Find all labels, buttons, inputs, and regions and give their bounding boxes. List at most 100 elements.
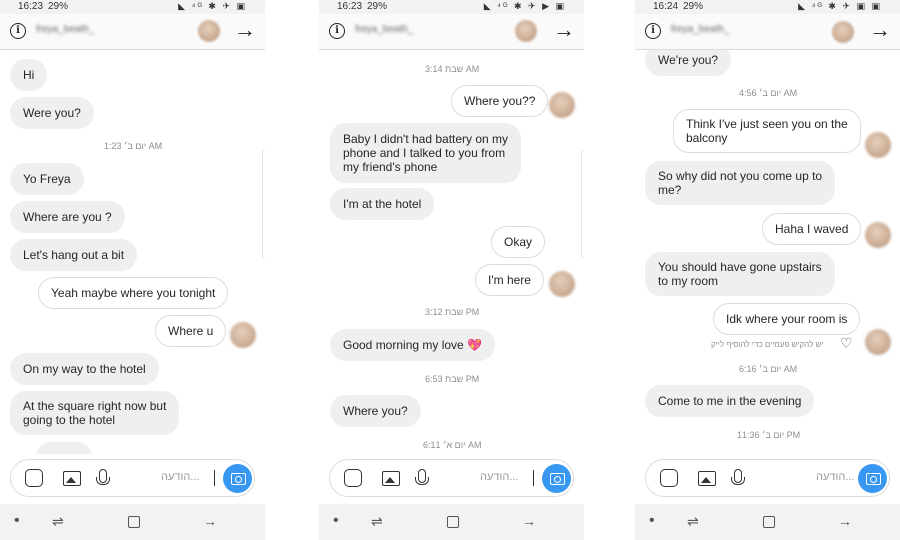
- back-icon[interactable]: →: [838, 513, 852, 529]
- info-icon[interactable]: i: [10, 23, 26, 39]
- arrow-right-icon[interactable]: →: [869, 17, 891, 43]
- timestamp: יום א׳ 6:11 AM: [423, 440, 482, 450]
- message-bubble-incoming[interactable]: Hi: [10, 59, 48, 91]
- timestamp: יום ב׳ 6:16 AM: [739, 364, 798, 374]
- timestamp: שבת 6:53 PM: [425, 374, 480, 384]
- status-icons: ◣ ⁴ᴳ ✱ ✈ ▣ ▣: [798, 1, 882, 11]
- camera-icon[interactable]: [223, 464, 252, 493]
- camera-icon[interactable]: [858, 464, 887, 493]
- status-time: 16:23: [337, 1, 363, 12]
- message-bubble-incoming[interactable]: You should have gone upstairs to my room: [645, 252, 835, 296]
- avatar[interactable]: [515, 20, 537, 42]
- status-time: 16:24: [653, 1, 679, 12]
- status-time: 16:23: [18, 1, 44, 12]
- recents-icon[interactable]: ⇌: [52, 513, 64, 529]
- message-bubble-outgoing[interactable]: Yeah maybe where you tonight: [38, 277, 229, 309]
- message-bubble-outgoing[interactable]: Idk where your room is: [713, 303, 861, 335]
- microphone-icon[interactable]: [415, 469, 429, 485]
- message-bubble-incoming[interactable]: Baby I didn't had battery on my phone an…: [330, 123, 522, 183]
- message-bubble-incoming[interactable]: Where you?: [330, 395, 421, 427]
- chat-panel-2: 16:23 29% ◣ ⁴ᴳ ✱ ✈ ▶ ▣ i freya_beath_ → …: [319, 0, 584, 540]
- message-bubble-outgoing[interactable]: Okay: [491, 226, 546, 258]
- message-bubble-incoming[interactable]: Were you?: [10, 97, 94, 129]
- status-icons: ◣ ⁴ᴳ ✱ ✈ ▶ ▣: [483, 1, 566, 11]
- nav-dot-icon[interactable]: •: [649, 513, 655, 529]
- message-bubble-outgoing[interactable]: Where u: [155, 315, 227, 347]
- status-bar: 16:23 29% ◣ ⁴ᴳ ✱ ✈ ▶ ▣: [319, 0, 584, 14]
- home-icon[interactable]: [128, 516, 140, 528]
- chat-header: i freya_beath_ →: [0, 14, 265, 50]
- camera-icon[interactable]: [542, 464, 571, 493]
- header-username[interactable]: freya_beath_: [36, 24, 98, 36]
- gallery-icon[interactable]: [382, 471, 400, 486]
- message-input[interactable]: הודעה...: [816, 471, 854, 483]
- avatar[interactable]: [865, 329, 891, 355]
- avatar[interactable]: [865, 132, 891, 158]
- sticker-icon[interactable]: [344, 469, 362, 487]
- back-icon[interactable]: →: [203, 513, 217, 529]
- avatar[interactable]: [549, 92, 575, 118]
- sticker-icon[interactable]: [660, 469, 678, 487]
- status-battery: 29%: [48, 1, 69, 12]
- android-nav-bar: • ⇌ →: [319, 504, 584, 540]
- header-username[interactable]: freya_beath_: [671, 24, 733, 36]
- message-bubble-outgoing[interactable]: Where you??: [451, 85, 549, 117]
- message-list[interactable]: We're you? יום ב׳ 4:56 AM Think I've jus…: [635, 50, 900, 454]
- avatar[interactable]: [230, 322, 256, 348]
- timestamp: שבת 3:12 PM: [425, 307, 480, 317]
- message-bubble-incoming[interactable]: Yo Freya: [10, 163, 84, 195]
- nav-dot-icon[interactable]: •: [14, 513, 20, 529]
- message-input[interactable]: הודעה...: [161, 471, 199, 483]
- message-input[interactable]: הודעה...: [480, 471, 518, 483]
- nav-dot-icon[interactable]: •: [333, 513, 339, 529]
- gallery-icon[interactable]: [63, 471, 81, 486]
- header-username[interactable]: freya_beath_: [355, 24, 417, 36]
- message-bubble-incoming[interactable]: Come to me in the evening: [645, 385, 815, 417]
- message-bubble-incoming[interactable]: Let's hang out a bit: [10, 239, 138, 271]
- gallery-icon[interactable]: [698, 471, 716, 486]
- info-icon[interactable]: i: [329, 23, 345, 39]
- chat-header: i freya_beath_ →: [319, 14, 584, 50]
- message-composer[interactable]: הודעה...: [645, 459, 890, 497]
- message-bubble-incoming: [36, 442, 92, 454]
- message-list[interactable]: Hi Were you? יום ב׳ 1:23 AM Yo Freya Whe…: [0, 50, 265, 454]
- message-bubble-incoming[interactable]: On my way to the hotel: [10, 353, 159, 385]
- message-bubble-incoming[interactable]: Good morning my love 💖: [330, 329, 495, 361]
- avatar[interactable]: [549, 271, 575, 297]
- chat-header: i freya_beath_ →: [635, 14, 900, 50]
- sticker-icon[interactable]: [25, 469, 43, 487]
- message-list[interactable]: שבת 3:14 AM Where you?? Baby I didn't ha…: [319, 50, 584, 454]
- message-bubble-incoming[interactable]: We're you?: [645, 50, 732, 76]
- message-bubble-outgoing[interactable]: Think I've just seen you on the balcony: [673, 109, 861, 153]
- microphone-icon[interactable]: [96, 469, 110, 485]
- recents-icon[interactable]: ⇌: [687, 513, 699, 529]
- arrow-right-icon[interactable]: →: [553, 17, 575, 43]
- message-composer[interactable]: הודעה...: [329, 459, 574, 497]
- avatar[interactable]: [832, 21, 854, 43]
- message-bubble-incoming[interactable]: At the square right now but going to the…: [10, 391, 180, 435]
- message-bubble-outgoing[interactable]: Haha I waved: [762, 213, 862, 245]
- recents-icon[interactable]: ⇌: [371, 513, 383, 529]
- message-bubble-incoming[interactable]: Where are you ?: [10, 201, 125, 233]
- avatar[interactable]: [198, 20, 220, 42]
- timestamp: יום ב׳ 1:23 AM: [104, 141, 163, 151]
- arrow-right-icon[interactable]: →: [234, 17, 256, 43]
- home-icon[interactable]: [763, 516, 775, 528]
- message-bubble-incoming[interactable]: So why did not you come up to me?: [645, 161, 836, 205]
- composer-bar: הודעה...: [635, 454, 900, 504]
- message-composer[interactable]: הודעה...: [10, 459, 255, 497]
- composer-bar: הודעה...: [319, 454, 584, 504]
- message-bubble-outgoing[interactable]: I'm here: [475, 264, 544, 296]
- info-icon[interactable]: i: [645, 23, 661, 39]
- chat-panel-1: 16:23 29% ◣ ⁴ᴳ ✱ ✈ ▣ i freya_beath_ → Hi…: [0, 0, 265, 540]
- double-tap-like-hint: יש להקיש פעמיים כדי להוסיף לייק: [711, 340, 824, 349]
- android-nav-bar: • ⇌ →: [0, 504, 265, 540]
- heart-icon[interactable]: ♡: [840, 336, 853, 350]
- microphone-icon[interactable]: [731, 469, 745, 485]
- back-icon[interactable]: →: [522, 513, 536, 529]
- text-caret: [214, 470, 215, 486]
- avatar[interactable]: [865, 222, 891, 248]
- text-caret: [533, 470, 534, 486]
- home-icon[interactable]: [447, 516, 459, 528]
- message-bubble-incoming[interactable]: I'm at the hotel: [330, 188, 435, 220]
